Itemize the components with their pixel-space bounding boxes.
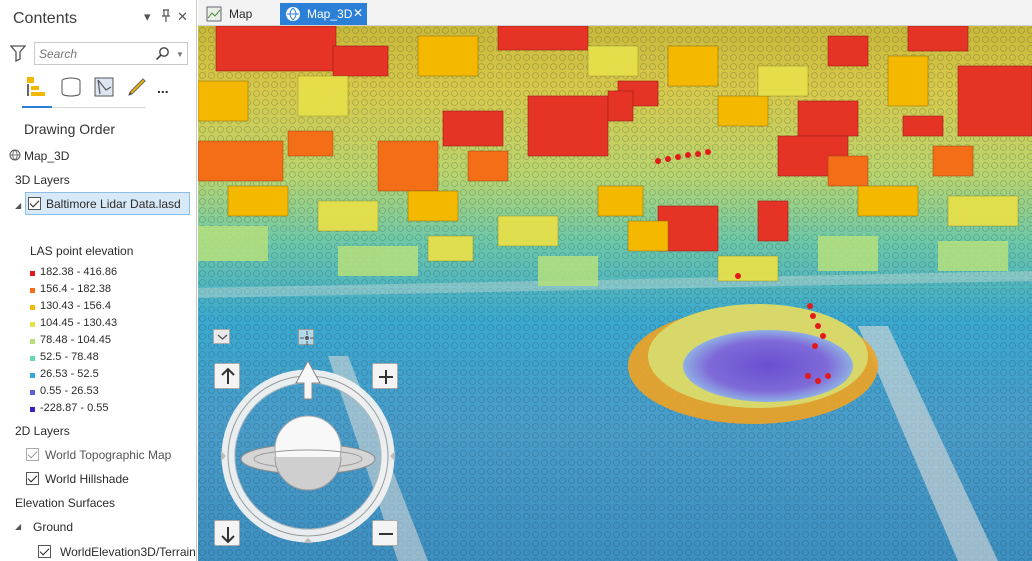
- globe-icon: [285, 6, 301, 25]
- list-by-drawing-order-icon[interactable]: [24, 74, 50, 100]
- legend-swatch: [30, 288, 35, 293]
- legend-item: 52.5 - 78.48: [30, 351, 190, 367]
- navigator-collapse-button[interactable]: [213, 329, 230, 344]
- section-3d-layers: 3D Layers: [15, 173, 70, 187]
- legend-item: 26.53 - 52.5: [30, 368, 190, 384]
- legend-item: 0.55 - 26.53: [30, 385, 190, 401]
- search-icon[interactable]: [155, 46, 171, 62]
- legend-swatch: [30, 373, 35, 378]
- list-by-selection-icon[interactable]: [91, 74, 117, 100]
- surface-name-ground[interactable]: Ground: [33, 520, 73, 534]
- section-elevation-surfaces: Elevation Surfaces: [15, 496, 116, 510]
- list-by-editing-icon[interactable]: [124, 74, 150, 100]
- legend-title: LAS point elevation: [30, 244, 134, 258]
- tab-map-3d[interactable]: Map_3D ✕: [280, 3, 367, 25]
- legend-label: 0.55 - 26.53: [40, 385, 99, 397]
- more-icon[interactable]: ...: [157, 80, 183, 106]
- scene-name[interactable]: Map_3D: [24, 149, 69, 163]
- tab-map[interactable]: Map: [202, 3, 272, 25]
- legend-label: 52.5 - 78.48: [40, 351, 99, 363]
- search-dropdown-icon[interactable]: ▼: [176, 50, 184, 59]
- map-icon: [206, 6, 222, 25]
- close-pane-icon[interactable]: ✕: [177, 9, 188, 25]
- legend-swatch: [30, 271, 35, 276]
- map-tab-bar: Map Map_3D ✕: [198, 0, 1032, 26]
- collapse-arrow-icon[interactable]: ◢: [15, 201, 21, 210]
- section-2d-layers: 2D Layers: [15, 424, 70, 438]
- active-view-tab-indicator: [22, 106, 52, 108]
- search-input[interactable]: [39, 46, 149, 62]
- legend-label: -228.87 - 0.55: [40, 402, 109, 414]
- layer-name-lidar[interactable]: Baltimore Lidar Data.lasd: [46, 197, 181, 211]
- legend-swatch: [30, 339, 35, 344]
- globe-scene-icon: [9, 149, 21, 164]
- layer-checkbox-terrain[interactable]: [38, 545, 51, 558]
- legend-swatch: [30, 356, 35, 361]
- legend-swatch: [30, 407, 35, 412]
- contents-title: Contents: [13, 10, 78, 27]
- legend-item: 156.4 - 182.38: [30, 283, 190, 299]
- filter-icon[interactable]: [9, 44, 27, 63]
- layer-checkbox-lidar[interactable]: [28, 197, 41, 210]
- tab-map-3d-label: Map_3D: [307, 7, 353, 21]
- legend-item: 78.48 - 104.45: [30, 334, 190, 350]
- full-control-toggle-icon[interactable]: [298, 329, 314, 345]
- pin-icon[interactable]: [161, 9, 171, 27]
- legend-item: 130.43 - 156.4: [30, 300, 190, 316]
- navigator-compass[interactable]: [218, 359, 403, 561]
- legend-label: 104.45 - 130.43: [40, 317, 118, 329]
- legend-label: 130.43 - 156.4: [40, 300, 111, 312]
- legend-item: 182.38 - 416.86: [30, 266, 190, 282]
- legend-item: 104.45 - 130.43: [30, 317, 190, 333]
- legend-label: 78.48 - 104.45: [40, 334, 111, 346]
- close-tab-icon[interactable]: ✕: [353, 6, 363, 20]
- layer-name-hillshade[interactable]: World Hillshade: [45, 472, 129, 486]
- collapse-arrow-icon[interactable]: ◢: [15, 522, 21, 531]
- layer-checkbox-hillshade[interactable]: [26, 472, 39, 485]
- legend-item: -228.87 - 0.55: [30, 402, 190, 418]
- legend-label: 26.53 - 52.5: [40, 368, 99, 380]
- pane-options-icon[interactable]: ▾: [144, 9, 151, 25]
- layer-row-lidar[interactable]: Baltimore Lidar Data.lasd: [25, 192, 190, 215]
- legend-swatch: [30, 305, 35, 310]
- legend-swatch: [30, 322, 35, 327]
- scene-viewport[interactable]: [198, 26, 1032, 561]
- legend-label: 156.4 - 182.38: [40, 283, 111, 295]
- legend-swatch: [30, 390, 35, 395]
- tab-map-label: Map: [229, 7, 253, 21]
- layer-name-terrain[interactable]: WorldElevation3D/Terrain: [60, 545, 196, 559]
- drawing-order-heading: Drawing Order: [24, 121, 116, 137]
- contents-header: Contents ▾ ✕: [0, 0, 196, 36]
- layer-name-topographic[interactable]: World Topographic Map: [45, 448, 171, 462]
- layer-checkbox-topographic[interactable]: [26, 448, 39, 461]
- legend-label: 182.38 - 416.86: [40, 266, 118, 278]
- list-by-data-source-icon[interactable]: [58, 74, 84, 100]
- contents-pane: Contents ▾ ✕ ▼ ...: [0, 0, 197, 561]
- search-box[interactable]: ▼: [34, 42, 188, 65]
